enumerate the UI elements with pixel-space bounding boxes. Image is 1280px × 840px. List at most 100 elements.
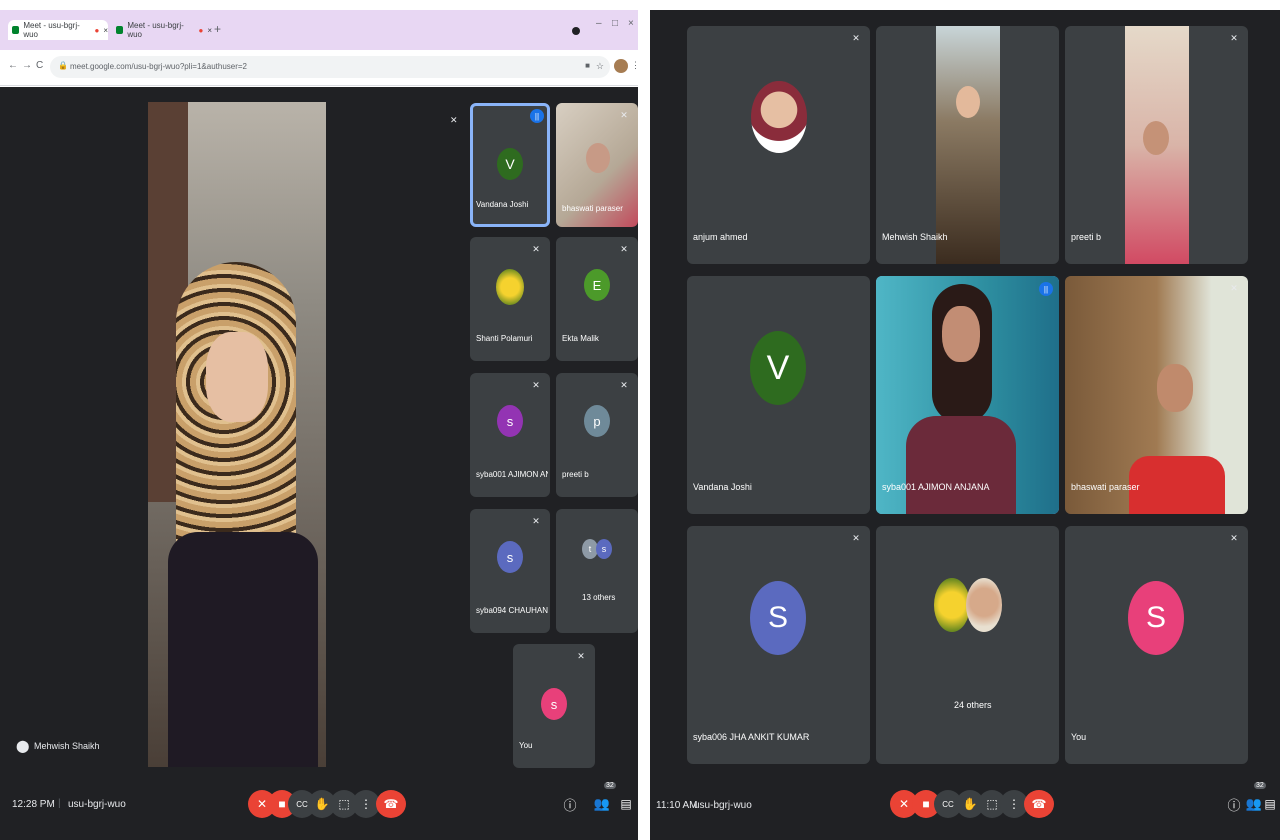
- participant-name: bhaswati paraser: [562, 204, 623, 213]
- mic-off-icon: ✕: [1230, 282, 1238, 293]
- participant-tile[interactable]: S ✕ syba006 JHA ANKIT KUMAR: [687, 526, 870, 764]
- bookmark-star-icon[interactable]: ☆: [596, 61, 604, 72]
- chat-icon[interactable]: ▤: [612, 790, 638, 818]
- panel-divider: [638, 0, 650, 840]
- mic-off-icon: ✕: [620, 109, 628, 120]
- others-count: 24 others: [954, 700, 992, 710]
- tab-close-icon[interactable]: ×: [103, 26, 108, 35]
- camera-indicator-icon[interactable]: ■: [585, 61, 590, 70]
- leave-call-button[interactable]: ☎: [1024, 790, 1054, 818]
- mic-off-icon: ✕: [620, 379, 628, 390]
- participant-name: preeti b: [562, 470, 589, 479]
- participant-tile[interactable]: p ✕ preeti b: [556, 373, 638, 497]
- participant-tile[interactable]: V || Vandana Joshi: [470, 103, 550, 227]
- dark-dress: [168, 532, 318, 767]
- mic-off-icon: ✕: [577, 650, 585, 661]
- participant-tile[interactable]: || syba001 AJIMON ANJANA: [876, 276, 1059, 514]
- meet-favicon-icon: [12, 26, 20, 34]
- avatar: [751, 81, 807, 153]
- reload-icon[interactable]: C: [36, 60, 43, 71]
- recording-dot-icon: ●: [198, 25, 204, 35]
- maximize-icon[interactable]: □: [612, 18, 618, 29]
- dress: [1129, 456, 1225, 514]
- forward-icon[interactable]: →: [22, 60, 32, 71]
- avatar: s: [541, 688, 567, 720]
- avatar: s: [497, 405, 523, 437]
- others-tile[interactable]: t s 13 others: [556, 509, 638, 633]
- back-icon[interactable]: ←: [8, 60, 18, 71]
- participant-name: preeti b: [1071, 232, 1102, 242]
- participant-video: [1125, 26, 1189, 264]
- avatar: [966, 578, 1002, 632]
- participant-name: You: [519, 741, 533, 750]
- meet-favicon-icon: [116, 26, 124, 34]
- face: [942, 306, 980, 362]
- leave-call-button[interactable]: ☎: [376, 790, 406, 818]
- profile-avatar-icon[interactable]: [614, 59, 628, 73]
- mic-off-icon: ✕: [532, 243, 540, 254]
- close-window-icon[interactable]: ×: [628, 18, 634, 29]
- participant-tile[interactable]: ✕ Shanti Polamuri: [470, 237, 550, 361]
- main-speaker-video[interactable]: [148, 102, 326, 767]
- participants-badge: 32: [604, 782, 616, 789]
- lock-icon: 🔒: [58, 61, 68, 70]
- participant-name: Ekta Malik: [562, 334, 599, 343]
- participant-tile[interactable]: Mehwish Shaikh: [876, 26, 1059, 264]
- participant-tile[interactable]: ✕ anjum ahmed: [687, 26, 870, 264]
- speaking-indicator-icon: ||: [530, 109, 544, 123]
- avatar: S: [1128, 581, 1184, 655]
- browser-tab-1[interactable]: Meet - usu-bgrj-wuo ● ×: [8, 20, 108, 40]
- recording-dot-icon: ●: [94, 25, 100, 35]
- participant-name: syba001 AJIMON ANJA...: [476, 470, 548, 479]
- participants-badge: 32: [1254, 782, 1266, 789]
- participant-tile[interactable]: ✕ bhaswati paraser: [556, 103, 638, 227]
- chat-icon[interactable]: ▤: [1256, 790, 1280, 818]
- participant-tile[interactable]: s ✕ syba094 CHAUHAN HI...: [470, 509, 550, 633]
- minimize-icon[interactable]: –: [596, 18, 602, 29]
- face: [1157, 364, 1193, 412]
- meeting-code: usu-bgrj-wuo: [68, 799, 126, 810]
- participant-name: syba094 CHAUHAN HI...: [476, 606, 548, 615]
- participant-tile[interactable]: s ✕ syba001 AJIMON ANJA...: [470, 373, 550, 497]
- browser-tab-bar: Meet - usu-bgrj-wuo ● × Meet - usu-bgrj-…: [0, 10, 638, 50]
- others-tile[interactable]: 24 others: [876, 526, 1059, 764]
- separator: |: [58, 798, 61, 809]
- face: [586, 143, 610, 173]
- meet-area-left: ⬤ Mehwish Shaikh ✕ V || Vandana Joshi ✕ …: [0, 87, 638, 840]
- self-tile[interactable]: S ✕ You: [1065, 526, 1248, 764]
- tab-1-label: Meet - usu-bgrj-wuo: [23, 21, 80, 39]
- participant-name: You: [1071, 732, 1087, 742]
- browser-tab-2[interactable]: Meet - usu-bgrj-wuo ● ×: [112, 20, 212, 40]
- participant-tile[interactable]: V Vandana Joshi: [687, 276, 870, 514]
- address-bar[interactable]: 🔒 meet.google.com/usu-bgrj-wuo?pli=1&aut…: [50, 56, 610, 78]
- avatar: [496, 269, 524, 305]
- profile-dot-icon[interactable]: [572, 27, 580, 35]
- browser-toolbar: ← → C 🔒 meet.google.com/usu-bgrj-wuo?pli…: [0, 50, 640, 86]
- new-tab-button[interactable]: +: [214, 22, 221, 36]
- face: [206, 332, 268, 422]
- participant-name: Mehwish Shaikh: [882, 232, 948, 242]
- url-text: meet.google.com/usu-bgrj-wuo?pli=1&authu…: [70, 62, 247, 71]
- participant-name: anjum ahmed: [693, 232, 748, 242]
- meeting-info-icon[interactable]: ⓘ: [556, 790, 584, 818]
- main-speaker-name: Mehwish Shaikh: [34, 741, 100, 751]
- mic-off-icon: ✕: [1230, 532, 1238, 543]
- meet-area-right: ✕ anjum ahmed Mehwish Shaikh ✕ preeti b …: [650, 10, 1280, 840]
- participant-tile[interactable]: E ✕ Ekta Malik: [556, 237, 638, 361]
- avatar: V: [497, 148, 523, 180]
- self-tile[interactable]: s ✕ You: [513, 644, 595, 768]
- avatar: s: [497, 541, 523, 573]
- mic-off-icon: ✕: [852, 32, 860, 43]
- participant-tile[interactable]: ✕ preeti b: [1065, 26, 1248, 264]
- pin-icon[interactable]: ⬤: [16, 739, 29, 753]
- participant-tile[interactable]: ✕ bhaswati paraser: [1065, 276, 1248, 514]
- others-count: 13 others: [582, 593, 616, 602]
- avatar: s: [596, 539, 612, 559]
- participant-name: syba001 AJIMON ANJANA: [882, 482, 990, 492]
- face: [1143, 121, 1169, 155]
- participant-name: syba006 JHA ANKIT KUMAR: [693, 732, 810, 742]
- left-screenshot: Meet - usu-bgrj-wuo ● × Meet - usu-bgrj-…: [0, 0, 640, 840]
- pin-mic-off-icon: ✕: [450, 115, 458, 125]
- tab-close-icon[interactable]: ×: [207, 26, 212, 35]
- participant-video: [876, 276, 1059, 514]
